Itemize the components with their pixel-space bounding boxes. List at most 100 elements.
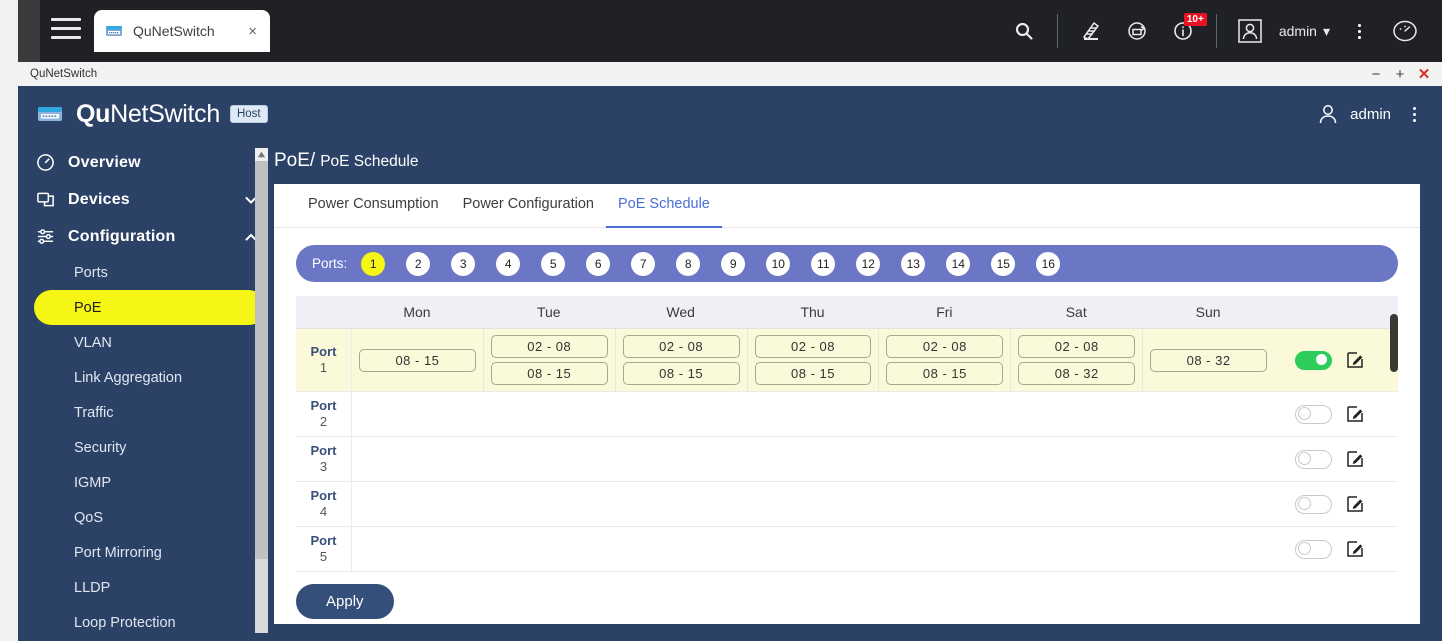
tab-close-icon[interactable]: × bbox=[245, 24, 260, 39]
edit-pencil-icon[interactable] bbox=[1346, 495, 1364, 513]
port-chip-14[interactable]: 14 bbox=[946, 251, 971, 276]
tab-power-consumption[interactable]: Power Consumption bbox=[296, 196, 451, 227]
refresh-icon[interactable] bbox=[1114, 0, 1160, 62]
port-chip-7[interactable]: 7 bbox=[631, 251, 656, 276]
edit-pencil-icon[interactable] bbox=[1346, 351, 1364, 369]
cell-tue[interactable] bbox=[484, 437, 616, 481]
cell-fri[interactable] bbox=[879, 527, 1011, 571]
cell-fri[interactable] bbox=[879, 437, 1011, 481]
time-slot[interactable]: 08 - 32 bbox=[1150, 348, 1268, 372]
sidebar-item-qos[interactable]: QoS bbox=[18, 500, 274, 535]
port-chip-10[interactable]: 10 bbox=[766, 251, 791, 276]
table-row[interactable]: Port 5 bbox=[296, 527, 1398, 572]
port-chip-16[interactable]: 16 bbox=[1036, 251, 1061, 276]
time-slot[interactable]: 02 - 08 bbox=[622, 335, 740, 358]
search-icon[interactable] bbox=[1001, 0, 1047, 62]
cell-fri[interactable] bbox=[879, 482, 1011, 526]
sidebar-item-poe[interactable]: PoE bbox=[34, 290, 266, 325]
table-scrollbar[interactable] bbox=[1390, 314, 1398, 566]
apply-button[interactable]: Apply bbox=[296, 584, 394, 619]
cell-tue[interactable] bbox=[484, 392, 616, 436]
cell-wed[interactable] bbox=[615, 527, 747, 571]
scroll-up-arrow-icon[interactable] bbox=[255, 148, 268, 161]
cell-thu[interactable] bbox=[747, 482, 879, 526]
port-chip-12[interactable]: 12 bbox=[856, 251, 881, 276]
cell-sat[interactable] bbox=[1011, 437, 1143, 481]
port-chip-1[interactable]: 1 bbox=[361, 251, 386, 276]
notifications-icon[interactable]: 10+ bbox=[1160, 0, 1207, 62]
cell-sat[interactable] bbox=[1011, 482, 1143, 526]
time-slot[interactable]: 02 - 08 bbox=[490, 335, 608, 358]
cell-thu[interactable] bbox=[747, 437, 879, 481]
sidebar-item-loop-protection[interactable]: Loop Protection bbox=[18, 605, 274, 640]
cell-sat[interactable]: 02 - 08 08 - 32 bbox=[1011, 329, 1144, 391]
sidebar-item-link-aggregation[interactable]: Link Aggregation bbox=[18, 360, 274, 395]
time-slot[interactable]: 08 - 15 bbox=[490, 362, 608, 385]
edit-pencil-icon[interactable] bbox=[1346, 450, 1364, 468]
time-slot[interactable]: 08 - 15 bbox=[886, 362, 1004, 385]
port-chip-6[interactable]: 6 bbox=[586, 251, 611, 276]
dashboard-icon[interactable] bbox=[1382, 0, 1428, 62]
toggle-switch[interactable] bbox=[1294, 539, 1332, 559]
breadcrumb-root[interactable]: PoE/ bbox=[274, 150, 315, 171]
table-row[interactable]: Port 3 bbox=[296, 437, 1398, 482]
cell-mon[interactable]: 08 - 15 bbox=[352, 329, 484, 391]
cell-tue[interactable]: 02 - 08 08 - 15 bbox=[484, 329, 616, 391]
sidebar-scrollbar[interactable] bbox=[255, 148, 268, 633]
table-scrollbar-thumb[interactable] bbox=[1390, 314, 1398, 372]
browser-tab[interactable]: QuNetSwitch × bbox=[94, 10, 270, 52]
cell-sun[interactable] bbox=[1142, 527, 1274, 571]
cell-wed[interactable]: 02 - 08 08 - 15 bbox=[616, 329, 748, 391]
cell-mon[interactable] bbox=[352, 437, 484, 481]
sidebar-item-port-mirroring[interactable]: Port Mirroring bbox=[18, 535, 274, 570]
sidebar-item-igmp[interactable]: IGMP bbox=[18, 465, 274, 500]
time-slot[interactable]: 02 - 08 bbox=[1018, 335, 1136, 358]
user-avatar-icon[interactable] bbox=[1227, 0, 1273, 62]
cell-sun[interactable] bbox=[1142, 392, 1274, 436]
cell-thu[interactable] bbox=[747, 392, 879, 436]
window-maximize-button[interactable]: + bbox=[1388, 63, 1412, 85]
edit-pencil-icon[interactable] bbox=[1346, 405, 1364, 423]
table-row[interactable]: Port 2 bbox=[296, 392, 1398, 437]
sidebar-item-ports[interactable]: Ports bbox=[18, 255, 274, 290]
port-chip-11[interactable]: 11 bbox=[811, 251, 836, 276]
sidebar-item-security[interactable]: Security bbox=[18, 430, 274, 465]
cell-sun[interactable] bbox=[1142, 437, 1274, 481]
cell-sun[interactable]: 08 - 32 bbox=[1143, 329, 1274, 391]
sidebar-item-lldp[interactable]: LLDP bbox=[18, 570, 274, 605]
tab-poe-schedule[interactable]: PoE Schedule bbox=[605, 196, 722, 228]
port-chip-4[interactable]: 4 bbox=[496, 251, 521, 276]
port-chip-3[interactable]: 3 bbox=[451, 251, 476, 276]
toggle-switch[interactable] bbox=[1294, 350, 1332, 370]
port-chip-13[interactable]: 13 bbox=[901, 251, 926, 276]
toggle-switch[interactable] bbox=[1294, 404, 1332, 424]
cell-sat[interactable] bbox=[1011, 527, 1143, 571]
cell-fri[interactable]: 02 - 08 08 - 15 bbox=[879, 329, 1012, 391]
table-row[interactable]: Port 4 bbox=[296, 482, 1398, 527]
toggle-switch[interactable] bbox=[1294, 494, 1332, 514]
sidebar-item-devices[interactable]: Devices bbox=[18, 181, 274, 218]
cell-wed[interactable] bbox=[615, 482, 747, 526]
kebab-menu-icon[interactable] bbox=[1336, 0, 1382, 62]
app-kebab-menu-icon[interactable] bbox=[1405, 103, 1424, 126]
cell-sat[interactable] bbox=[1011, 392, 1143, 436]
cell-sun[interactable] bbox=[1142, 482, 1274, 526]
tab-power-configuration[interactable]: Power Configuration bbox=[451, 196, 606, 227]
table-row[interactable]: Port 1 08 - 15 02 - 08 08 - 15 02 - 08 0… bbox=[296, 329, 1398, 392]
cell-tue[interactable] bbox=[484, 527, 616, 571]
window-close-button[interactable]: ✕ bbox=[1412, 63, 1436, 85]
cell-thu[interactable] bbox=[747, 527, 879, 571]
time-slot[interactable]: 08 - 15 bbox=[359, 348, 476, 372]
time-slot[interactable]: 02 - 08 bbox=[886, 335, 1004, 358]
edit-pencil-icon[interactable] bbox=[1346, 540, 1364, 558]
port-chip-5[interactable]: 5 bbox=[541, 251, 566, 276]
cell-tue[interactable] bbox=[484, 482, 616, 526]
port-chip-15[interactable]: 15 bbox=[991, 251, 1016, 276]
port-chip-8[interactable]: 8 bbox=[676, 251, 701, 276]
time-slot[interactable]: 02 - 08 bbox=[754, 335, 872, 358]
time-slot[interactable]: 08 - 15 bbox=[622, 362, 740, 385]
sidebar-item-vlan[interactable]: VLAN bbox=[18, 325, 274, 360]
app-user-menu[interactable]: admin bbox=[1318, 103, 1391, 125]
cell-wed[interactable] bbox=[615, 392, 747, 436]
cell-wed[interactable] bbox=[615, 437, 747, 481]
